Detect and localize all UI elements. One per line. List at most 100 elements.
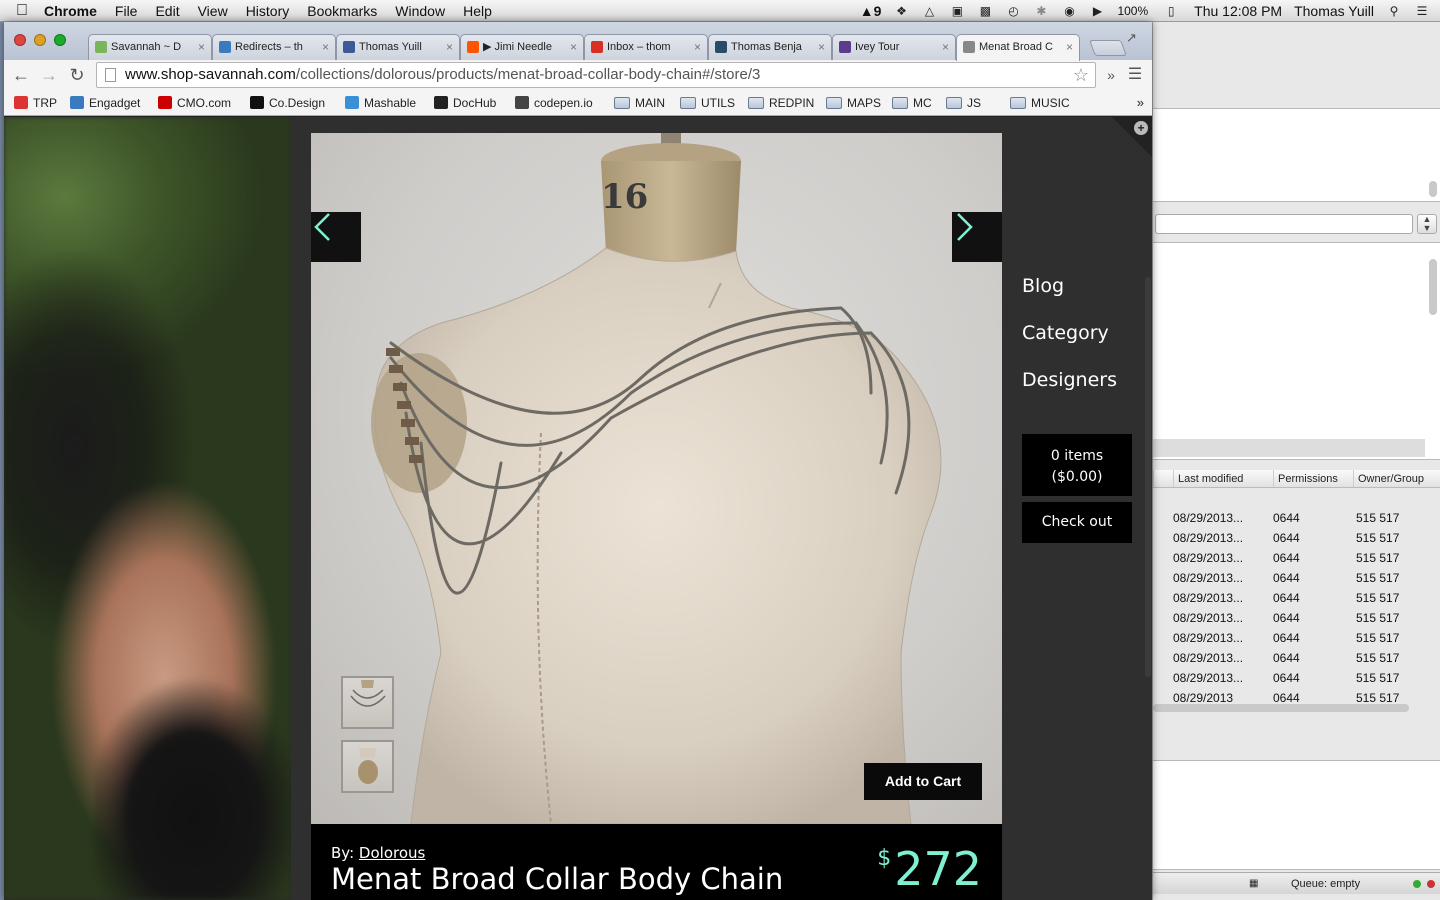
cart-summary[interactable]: 0 items ($0.00) [1022, 434, 1132, 496]
expand-plus-icon[interactable]: + [1134, 121, 1148, 135]
clock[interactable]: Thu 12:08 PM [1194, 3, 1282, 19]
bookmark-item[interactable]: CMO.com [158, 95, 231, 111]
new-tab-button[interactable] [1089, 40, 1127, 56]
time-machine-icon[interactable]: ◴ [1005, 4, 1021, 18]
bookmark-folder[interactable]: MAIN [614, 95, 665, 111]
window-icon[interactable]: ▣ [949, 4, 965, 18]
ftp-middle-scrollbar[interactable] [1429, 259, 1437, 315]
close-tab-icon[interactable]: × [198, 35, 205, 59]
adobe-icon[interactable]: ▲9 [860, 3, 882, 19]
battery-percent[interactable]: 100% [1117, 4, 1148, 18]
bookmark-item[interactable]: DocHub [434, 95, 496, 111]
menubar-app-name[interactable]: Chrome [44, 3, 97, 19]
close-tab-icon[interactable]: × [322, 35, 329, 59]
wifi-icon[interactable]: ◉ [1061, 4, 1077, 18]
bookmark-folder[interactable]: MUSIC [1010, 95, 1070, 111]
menu-edit[interactable]: Edit [155, 3, 179, 19]
user-name[interactable]: Thomas Yuill [1294, 3, 1374, 19]
menu-help[interactable]: Help [463, 3, 492, 19]
browser-tab[interactable]: Ivey Tour × [832, 34, 956, 60]
ftp-list-hscrollbar[interactable] [1153, 704, 1409, 712]
bluetooth-icon[interactable]: ✱ [1033, 4, 1049, 18]
ftp-horizontal-scrollbar[interactable] [1153, 439, 1425, 457]
table-row[interactable]: 08/29/2013... 0644 515 517 [1153, 608, 1440, 628]
menu-bookmarks[interactable]: Bookmarks [307, 3, 377, 19]
table-row[interactable]: 08/29/2013... 0644 515 517 [1153, 508, 1440, 528]
thumbnail-1[interactable] [341, 676, 394, 729]
thumbnail-2[interactable] [341, 740, 394, 793]
browser-tab[interactable]: Inbox – thom × [584, 34, 708, 60]
camera-icon[interactable]: ▩ [977, 4, 993, 18]
close-tab-icon[interactable]: × [446, 35, 453, 59]
fullscreen-icon[interactable]: ↗ [1126, 30, 1137, 46]
forward-icon[interactable]: → [38, 64, 60, 86]
bookmark-folder[interactable]: MAPS [826, 95, 881, 111]
browser-tab[interactable]: Redirects – th × [212, 34, 336, 60]
page-scrollbar[interactable] [1145, 277, 1151, 677]
volume-icon[interactable]: ▶ [1089, 4, 1105, 18]
close-tab-icon[interactable]: × [818, 35, 825, 59]
menu-history[interactable]: History [246, 3, 290, 19]
close-tab-icon[interactable]: × [694, 35, 701, 59]
table-row[interactable]: 08/29/2013... 0644 515 517 [1153, 648, 1440, 668]
address-bar[interactable]: www.shop-savannah.com/collections/doloro… [96, 62, 1096, 88]
minimize-window-icon[interactable] [34, 34, 46, 46]
menu-file[interactable]: File [115, 3, 138, 19]
table-row[interactable]: 08/29/2013... 0644 515 517 [1153, 548, 1440, 568]
checkout-button[interactable]: Check out [1022, 502, 1132, 543]
close-tab-icon[interactable]: × [942, 35, 949, 59]
add-to-cart-button[interactable]: Add to Cart [864, 763, 982, 800]
ftp-dropdown-arrow-icon[interactable]: ▲ ▼ [1417, 214, 1437, 234]
nav-link-category[interactable]: Category [1022, 322, 1109, 344]
bookmark-folder[interactable]: REDPIN [748, 95, 814, 111]
zoom-window-icon[interactable] [54, 34, 66, 46]
bookmark-item[interactable]: Engadget [70, 95, 140, 111]
bookmark-folder[interactable]: MC [892, 95, 932, 111]
table-row[interactable]: 08/29/2013... 0644 515 517 [1153, 528, 1440, 548]
chrome-menu-icon[interactable]: ☰ [1124, 64, 1146, 86]
nav-link-blog[interactable]: Blog [1022, 275, 1064, 297]
ftp-col-modified[interactable]: Last modified [1173, 470, 1273, 487]
table-row[interactable]: 08/29/2013... 0644 515 517 [1153, 628, 1440, 648]
prev-image-button[interactable] [311, 212, 361, 262]
browser-tab[interactable]: Savannah ~ D × [88, 34, 212, 60]
browser-tab[interactable]: Menat Broad C × [956, 34, 1080, 61]
drive-icon[interactable]: △ [921, 4, 937, 18]
close-window-icon[interactable] [14, 34, 26, 46]
notification-center-icon[interactable]: ☰ [1414, 4, 1430, 18]
designer-link[interactable]: Dolorous [359, 844, 425, 862]
ftp-top-scrollbar[interactable] [1429, 181, 1437, 197]
menu-view[interactable]: View [198, 3, 228, 19]
bookmark-folder[interactable]: UTILS [680, 95, 735, 111]
back-icon[interactable]: ← [10, 64, 32, 86]
menu-window[interactable]: Window [395, 3, 445, 19]
bookmark-item[interactable]: codepen.io [515, 95, 593, 111]
spotlight-icon[interactable]: ⚲ [1386, 4, 1402, 18]
battery-icon[interactable]: ▯ [1160, 4, 1182, 18]
next-image-button[interactable] [952, 212, 1002, 262]
ftp-col-permissions[interactable]: Permissions [1273, 470, 1353, 487]
bookmark-item[interactable]: Co.Design [250, 95, 325, 111]
table-row[interactable]: 08/29/2013... 0644 515 517 [1153, 588, 1440, 608]
close-tab-icon[interactable]: × [1066, 35, 1073, 59]
ftp-col-owner[interactable]: Owner/Group [1353, 470, 1440, 487]
bookmark-label: MAPS [847, 96, 882, 110]
close-tab-icon[interactable]: × [570, 35, 577, 59]
reload-icon[interactable]: ↻ [66, 64, 88, 86]
extensions-overflow-icon[interactable]: » [1100, 64, 1122, 86]
bookmark-item[interactable]: Mashable [345, 95, 416, 111]
ftp-path-dropdown[interactable] [1155, 214, 1413, 234]
browser-tab[interactable]: Thomas Yuill × [336, 34, 460, 60]
bookmarks-overflow-icon[interactable]: » [1137, 95, 1144, 110]
apple-icon[interactable]:  [0, 2, 44, 20]
bookmark-star-icon[interactable]: ☆ [1073, 63, 1089, 87]
bookmark-folder[interactable]: JS [946, 95, 981, 111]
bookmark-item[interactable]: TRP [14, 95, 57, 111]
table-row[interactable]: 08/29/2013... 0644 515 517 [1153, 668, 1440, 688]
browser-tab[interactable]: ▶ Jimi Needle × [460, 34, 584, 60]
nav-link-designers[interactable]: Designers [1022, 369, 1117, 391]
ftp-cell-owner: 515 517 [1356, 611, 1400, 625]
dropbox-icon[interactable]: ❖ [893, 4, 909, 18]
table-row[interactable]: 08/29/2013... 0644 515 517 [1153, 568, 1440, 588]
browser-tab[interactable]: Thomas Benja × [708, 34, 832, 60]
